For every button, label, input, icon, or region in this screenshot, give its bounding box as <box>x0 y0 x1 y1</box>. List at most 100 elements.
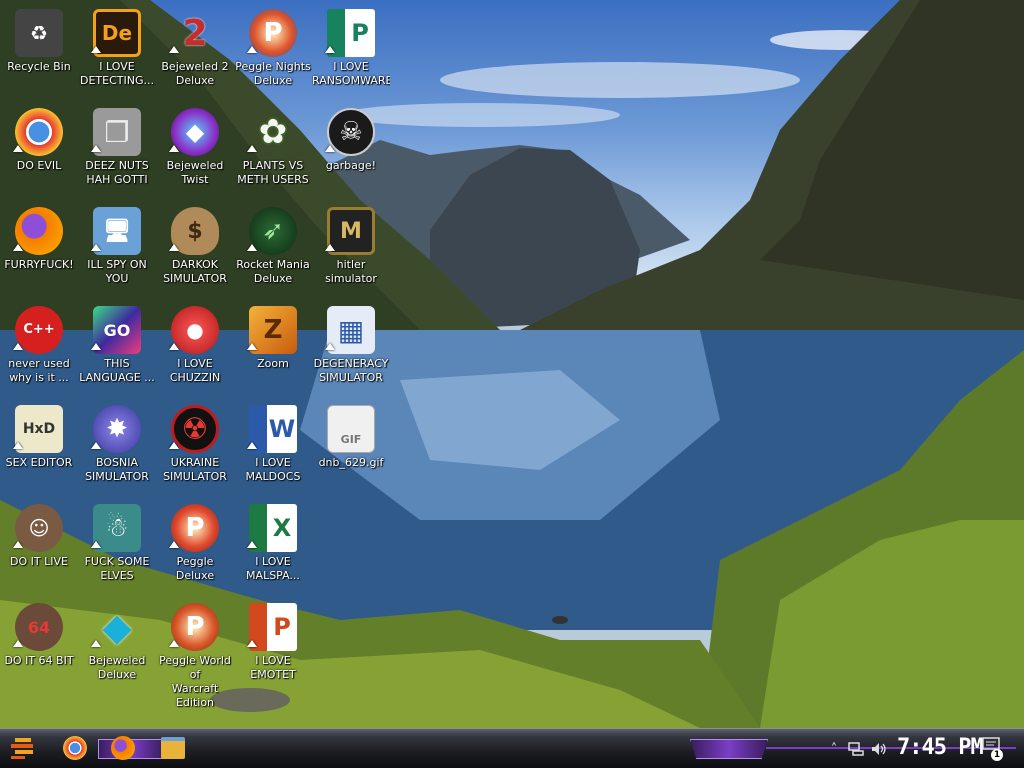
shortcut-arrow-icon <box>247 640 257 647</box>
icon-label: Peggle Nights Deluxe <box>235 60 311 87</box>
desktop-icon-this-language[interactable]: GO THIS LANGUAGE ... <box>78 301 156 397</box>
shortcut-arrow-icon <box>247 541 257 548</box>
desktop-icon-do-it-live[interactable]: ☺ DO IT LIVE <box>0 499 78 595</box>
desktop-icon-do-it-64-bit[interactable]: 64 DO IT 64 BIT <box>0 598 78 694</box>
taskbar-firefox-button[interactable] <box>108 733 138 763</box>
icon-label: I LOVE RANSOMWARE <box>312 60 390 87</box>
icon-label: Recycle Bin <box>7 60 71 73</box>
icon-label: dnb_629.gif <box>318 456 384 469</box>
icon-label: FURRYFUCK! <box>4 258 74 271</box>
desktop-icon-bejeweled-2[interactable]: 2 Bejeweled 2 Deluxe <box>156 4 234 100</box>
icon-label: SEX EDITOR <box>5 456 73 469</box>
desktop-icon-hitler-simulator[interactable]: M hitler simulator <box>312 202 390 298</box>
shortcut-arrow-icon <box>247 343 257 350</box>
icon-label: Bejeweled 2 Deluxe <box>161 60 229 87</box>
icon-label: Bejeweled Twist <box>166 159 224 186</box>
shortcut-arrow-icon <box>325 46 335 53</box>
desktop-icon-bosnia-simulator[interactable]: ✸ BOSNIA SIMULATOR <box>78 400 156 496</box>
taskbar-explorer-button[interactable] <box>158 733 188 763</box>
desktop-icon-rocket-mania[interactable]: ➶ Rocket Mania Deluxe <box>234 202 312 298</box>
icon-label: FUCK SOME ELVES <box>84 555 150 582</box>
network-icon[interactable] <box>848 741 864 757</box>
desktop-icon-ukraine-simulator[interactable]: ☢ UKRAINE SIMULATOR <box>156 400 234 496</box>
desktop-icon-furryfuck[interactable]: FURRYFUCK! <box>0 202 78 298</box>
icon-label: Rocket Mania Deluxe <box>236 258 310 285</box>
folder-icon <box>161 737 185 759</box>
shortcut-arrow-icon <box>169 442 179 449</box>
desktop-icon-plants-vs-meth-users[interactable]: ✿ PLANTS VS METH USERS <box>234 103 312 199</box>
shortcut-arrow-icon <box>13 541 23 548</box>
shortcut-arrow-icon <box>247 46 257 53</box>
desktop-icon-dev-cpp[interactable]: C++ never used why is it ... <box>0 301 78 397</box>
desktop-icon-bejeweled-deluxe[interactable]: ◆ Bejeweled Deluxe <box>78 598 156 694</box>
volume-icon[interactable] <box>871 741 887 757</box>
icon-label: DO EVIL <box>16 159 62 172</box>
icon-label: PLANTS VS METH USERS <box>237 159 309 186</box>
desktop-icon-fuck-some-elves[interactable]: ☃ FUCK SOME ELVES <box>78 499 156 595</box>
recycle-bin-icon: ♻ <box>15 9 63 57</box>
icon-label: I LOVE MALSPA... <box>246 555 300 582</box>
shortcut-arrow-icon <box>91 244 101 251</box>
shortcut-arrow-icon <box>169 640 179 647</box>
shortcut-arrow-icon <box>325 343 335 350</box>
desktop-icon-deez-nuts[interactable]: ❐ DEEZ NUTS HAH GOTTI <box>78 103 156 199</box>
desktop-icon-do-evil[interactable]: DO EVIL <box>0 103 78 199</box>
chrome-icon <box>63 736 87 760</box>
desktop-icon-degeneracy-simulator[interactable]: ▦ DEGENERACY SIMULATOR <box>312 301 390 397</box>
shortcut-arrow-icon <box>13 343 23 350</box>
icon-label: I LOVE CHUZZIN <box>169 357 221 384</box>
desktop-icon-recycle-bin[interactable]: ♻ Recycle Bin <box>0 4 78 100</box>
icon-label: I LOVE MALDOCS <box>245 456 301 483</box>
desktop-icon-i-love-emotet[interactable]: P I LOVE EMOTET <box>234 598 312 694</box>
taskbar-chrome-button[interactable] <box>60 733 90 763</box>
icon-label: BOSNIA SIMULATOR <box>85 456 149 483</box>
shortcut-arrow-icon <box>13 145 23 152</box>
icon-label: Peggle Deluxe <box>175 555 215 582</box>
desktop-icon-i-love-ransomware[interactable]: P I LOVE RANSOMWARE <box>312 4 390 100</box>
firefox-icon <box>111 736 135 760</box>
shortcut-arrow-icon <box>91 46 101 53</box>
taskbar-accent-bar-right <box>690 739 768 759</box>
start-button[interactable] <box>8 733 38 763</box>
desktop-icon-i-love-maldocs[interactable]: W I LOVE MALDOCS <box>234 400 312 496</box>
icon-label: ILL SPY ON YOU <box>87 258 147 285</box>
icon-label: I LOVE DETECTING... <box>80 60 154 87</box>
desktop-icon-peggle-nights[interactable]: P Peggle Nights Deluxe <box>234 4 312 100</box>
desktop-icon-darkok-simulator[interactable]: $ DARKOK SIMULATOR <box>156 202 234 298</box>
shortcut-arrow-icon <box>247 145 257 152</box>
desktop-icon-dnb-gif[interactable]: GIF dnb_629.gif <box>312 400 390 496</box>
notification-center-button[interactable]: 1 <box>982 737 1004 761</box>
desktop-icon-i-love-malspa[interactable]: X I LOVE MALSPA... <box>234 499 312 595</box>
shortcut-arrow-icon <box>91 145 101 152</box>
shortcut-arrow-icon <box>169 244 179 251</box>
chevron-up-icon[interactable]: ˄ <box>826 741 842 757</box>
desktop-icon-bejeweled-twist[interactable]: ◆ Bejeweled Twist <box>156 103 234 199</box>
icon-label: THIS LANGUAGE ... <box>79 357 155 384</box>
shortcut-arrow-icon <box>325 145 335 152</box>
start-logo-icon <box>11 738 33 759</box>
desktop-icon-i-love-chuzzin[interactable]: ● I LOVE CHUZZIN <box>156 301 234 397</box>
desktop-icon-peggle-deluxe[interactable]: P Peggle Deluxe <box>156 499 234 595</box>
desktop-icon-i-love-detecting[interactable]: De I LOVE DETECTING... <box>78 4 156 100</box>
icon-label: UKRAINE SIMULATOR <box>163 456 227 483</box>
shortcut-arrow-icon <box>247 442 257 449</box>
desktop-icon-zoom[interactable]: Z Zoom <box>234 301 312 397</box>
shortcut-arrow-icon <box>91 343 101 350</box>
desktop-icon-peggle-wow[interactable]: P Peggle World of Warcraft Edition <box>156 598 234 709</box>
icon-label: DARKOK SIMULATOR <box>163 258 227 285</box>
shortcut-arrow-icon <box>13 244 23 251</box>
gif-file-icon: GIF <box>327 405 375 453</box>
shortcut-arrow-icon <box>169 541 179 548</box>
icon-label: hitler simulator <box>325 258 377 285</box>
desktop-icon-sex-editor[interactable]: HxD SEX EDITOR <box>0 400 78 496</box>
shortcut-arrow-icon <box>91 442 101 449</box>
desktop-icon-garbage[interactable]: ☠ garbage! <box>312 103 390 199</box>
icon-label: DEGENERACY SIMULATOR <box>313 357 389 384</box>
shortcut-arrow-icon <box>169 145 179 152</box>
taskbar-clock[interactable]: 7:45 PM <box>897 735 984 760</box>
desktop-icon-ill-spy-on-you[interactable]: 🖥 ILL SPY ON YOU <box>78 202 156 298</box>
shortcut-arrow-icon <box>91 541 101 548</box>
icon-label: Peggle World of Warcraft Edition <box>159 654 231 709</box>
shortcut-arrow-icon <box>325 244 335 251</box>
icon-label: Zoom <box>257 357 289 370</box>
